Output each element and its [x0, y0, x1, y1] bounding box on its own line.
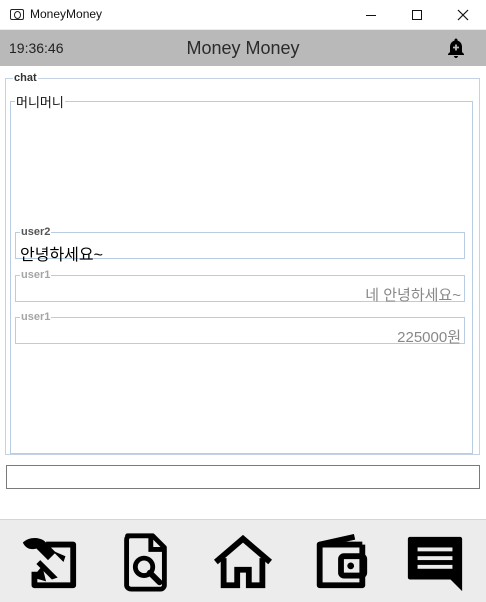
chat-group: chat 머니머니 user2 안녕하세요~ user1 네 안녕하세요~ us…: [5, 72, 480, 455]
nav-edit-button[interactable]: [16, 530, 80, 594]
message-text: 225000원: [397, 329, 461, 346]
chat-group-label: chat: [14, 72, 37, 84]
message-user: user1: [21, 269, 51, 281]
maximize-button[interactable]: [394, 0, 440, 30]
close-button[interactable]: [440, 0, 486, 30]
money-icon: [10, 9, 24, 20]
message-text: 네 안녕하세요~: [365, 287, 461, 304]
app-title: Money Money: [186, 38, 300, 58]
wallet-icon: [316, 533, 368, 589]
message-text: 안녕하세요~: [20, 247, 103, 264]
window-title: MoneyMoney: [30, 7, 103, 21]
chat-message: user1 네 안녕하세요~: [15, 269, 465, 304]
nav-home-button[interactable]: [211, 530, 275, 594]
message-user: user2: [21, 226, 51, 238]
minimize-button[interactable]: [348, 0, 394, 30]
message-user: user1: [21, 311, 51, 323]
edit-document-icon: [22, 537, 77, 589]
chat-message: user2 안녕하세요~: [15, 226, 465, 264]
app-header: 19:36:46 Money Money: [0, 30, 486, 66]
chat-room[interactable]: 머니머니 user2 안녕하세요~ user1 네 안녕하세요~ user1 2…: [10, 92, 473, 454]
bottom-nav: [0, 519, 486, 602]
home-icon: [213, 534, 273, 589]
nav-wallet-button[interactable]: [309, 530, 373, 594]
search-document-icon: [124, 533, 167, 592]
bell-plus-icon[interactable]: [444, 36, 468, 60]
chat-room-name: 머니머니: [15, 92, 65, 111]
window-title-bar: MoneyMoney: [0, 0, 486, 30]
close-icon: [457, 9, 469, 21]
minimize-icon: [366, 14, 376, 16]
maximize-icon: [412, 10, 422, 20]
message-input[interactable]: [6, 465, 480, 489]
chat-message: user1 225000원: [15, 311, 465, 346]
nav-chat-button[interactable]: [403, 530, 467, 594]
nav-search-button[interactable]: [113, 530, 177, 594]
chat-icon: [407, 536, 463, 592]
